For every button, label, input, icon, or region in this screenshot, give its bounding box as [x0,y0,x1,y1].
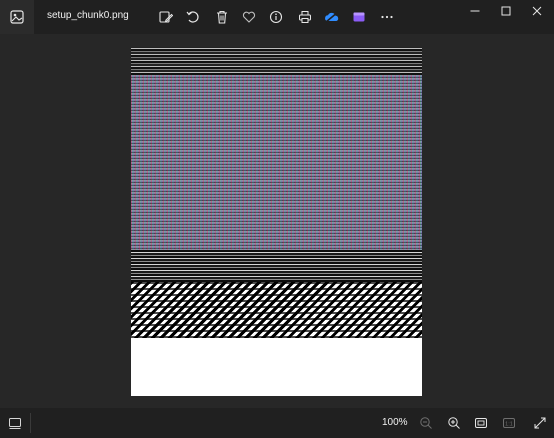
delete-icon [217,10,227,24]
edit-image-button[interactable] [155,6,177,28]
actual-size-icon: 1:1 [503,418,515,428]
info-button[interactable] [265,6,287,28]
maximize-icon [501,6,511,16]
actual-size-label: 1:1 [505,421,513,427]
info-icon [269,10,283,24]
fullscreen-icon [534,417,546,429]
close-icon [532,6,542,16]
clipchamp-icon [353,12,365,22]
displayed-image[interactable] [131,47,422,396]
minimize-icon [470,10,480,12]
print-button[interactable] [294,6,316,28]
status-divider [30,413,31,433]
actual-size-button[interactable]: 1:1 [501,415,517,431]
image-striped-band [131,250,422,282]
clipchamp-button[interactable] [348,6,370,28]
photos-app-icon [10,10,24,24]
zoom-in-icon [448,417,460,429]
delete-button[interactable] [211,6,233,28]
image-blank-region [131,338,422,396]
zoom-in-button[interactable] [446,415,462,431]
filmstrip-button[interactable] [7,415,23,431]
zoom-out-button[interactable] [418,415,434,431]
rotate-button[interactable] [182,6,204,28]
rotate-icon [186,11,199,23]
close-button[interactable] [520,0,554,22]
title-bar: setup_chunk0.png [0,0,554,34]
favorite-button[interactable] [238,6,260,28]
onedrive-button[interactable] [321,6,343,28]
image-noise-region [131,47,422,250]
minimize-button[interactable] [458,0,492,22]
more-options-button[interactable] [376,6,398,28]
zoom-out-icon [420,417,432,429]
edit-image-icon [159,11,173,23]
favorite-icon [242,11,256,23]
fit-to-window-icon [475,418,487,428]
print-icon [299,11,311,23]
app-icon [0,0,34,34]
status-bar: 100% 1:1 [0,408,554,438]
fullscreen-button[interactable] [532,415,548,431]
zoom-level: 100% [382,417,408,428]
filmstrip-icon [9,418,21,429]
fit-to-window-button[interactable] [473,415,489,431]
image-black-white-pattern [131,282,422,338]
onedrive-icon [325,11,339,23]
file-name: setup_chunk0.png [47,10,129,21]
maximize-button[interactable] [489,0,523,22]
more-options-icon [381,15,393,19]
